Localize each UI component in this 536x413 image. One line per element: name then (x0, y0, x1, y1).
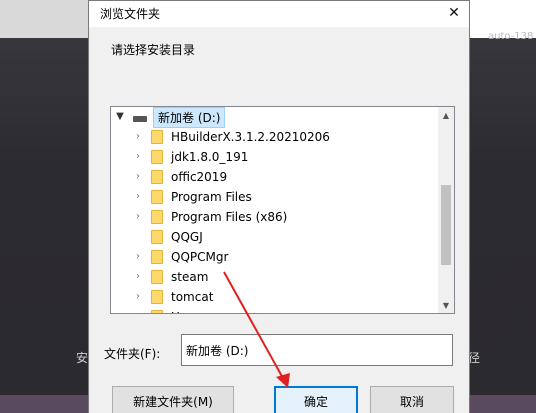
chevron-right-icon[interactable]: › (133, 251, 143, 263)
cancel-button[interactable]: 取消 (370, 386, 454, 413)
background-topbar-left (0, 0, 95, 38)
chevron-right-icon[interactable]: › (133, 171, 143, 183)
dialog-title: 浏览文件夹 (100, 7, 161, 21)
chevron-right-icon[interactable]: › (133, 311, 143, 313)
folder-icon (151, 190, 163, 204)
close-button[interactable]: ✕ (439, 1, 469, 25)
tree-item-folder[interactable]: › jdk1.8.0_191 (111, 147, 439, 167)
tree-item-label: Program Files (x86) (171, 210, 288, 224)
tree-item-label: U (171, 310, 180, 313)
instruction-text: 请选择安装目录 (111, 43, 196, 57)
tree-item-folder[interactable]: › QQGJ (111, 227, 439, 247)
ok-button[interactable]: 确定 (274, 386, 358, 413)
folder-icon (151, 270, 163, 284)
folder-icon (151, 310, 163, 313)
tree-item-label: 新加卷 (D:) (153, 107, 226, 128)
chevron-right-icon[interactable]: › (133, 211, 143, 223)
folder-icon (151, 290, 163, 304)
browse-folder-dialog: 浏览文件夹 ✕ 请选择安装目录 ▼ 新加卷 (D:) › HBuilderX.3… (88, 0, 470, 413)
chevron-right-icon[interactable]: › (133, 191, 143, 203)
chevron-right-icon[interactable]: › (133, 131, 143, 143)
scroll-down-arrow-icon[interactable]: ▼ (438, 297, 454, 313)
background-right-text: auto-138 (488, 31, 534, 42)
tree-item-label: offic2019 (171, 170, 228, 184)
chevron-right-icon[interactable]: › (133, 291, 143, 303)
chevron-right-icon[interactable]: › (133, 271, 143, 283)
new-folder-button[interactable]: 新建文件夹(M) (112, 386, 234, 413)
tree-item-drive[interactable]: ▼ 新加卷 (D:) (111, 107, 439, 128)
folder-field-label: 文件夹(F): (104, 347, 161, 361)
chevron-down-icon[interactable]: ▼ (115, 111, 125, 123)
scrollbar-thumb[interactable] (441, 185, 451, 265)
scroll-up-arrow-icon[interactable]: ▲ (438, 107, 454, 123)
folder-tree[interactable]: ▼ 新加卷 (D:) › HBuilderX.3.1.2.20210206 › … (110, 106, 455, 314)
folder-icon (151, 230, 163, 244)
drive-icon (133, 116, 147, 122)
tree-item-label: QQGJ (171, 230, 203, 244)
close-icon: ✕ (448, 5, 460, 21)
tree-item-label: HBuilderX.3.1.2.20210206 (171, 130, 330, 144)
folder-icon (151, 250, 163, 264)
tree-item-label: tomcat (171, 290, 214, 304)
folder-icon (151, 150, 163, 164)
tree-item-folder[interactable]: › tomcat (111, 287, 439, 307)
tree-item-folder[interactable]: › QQPCMgr (111, 247, 439, 267)
tree-item-label: Program Files (171, 190, 252, 204)
tree-item-label: QQPCMgr (171, 250, 229, 264)
tree-item-label: steam (171, 270, 209, 284)
tree-item-folder[interactable]: › Program Files (111, 187, 439, 207)
tree-item-folder[interactable]: › steam (111, 267, 439, 287)
folder-icon (151, 170, 163, 184)
vertical-scrollbar[interactable]: ▲ ▼ (438, 107, 454, 313)
tree-item-folder[interactable]: › HBuilderX.3.1.2.20210206 (111, 127, 439, 147)
tree-item-folder[interactable]: › offic2019 (111, 167, 439, 187)
folder-icon (151, 130, 163, 144)
chevron-right-icon[interactable]: › (133, 151, 143, 163)
folder-input[interactable]: 新加卷 (D:) (181, 334, 453, 366)
folder-icon (151, 210, 163, 224)
tree-item-folder[interactable]: › U (111, 307, 439, 313)
tree-item-label: jdk1.8.0_191 (171, 150, 249, 164)
tree-item-folder[interactable]: › Program Files (x86) (111, 207, 439, 227)
background-left-char: 安 (76, 351, 89, 365)
dialog-title-bar[interactable]: 浏览文件夹 ✕ (89, 1, 469, 27)
